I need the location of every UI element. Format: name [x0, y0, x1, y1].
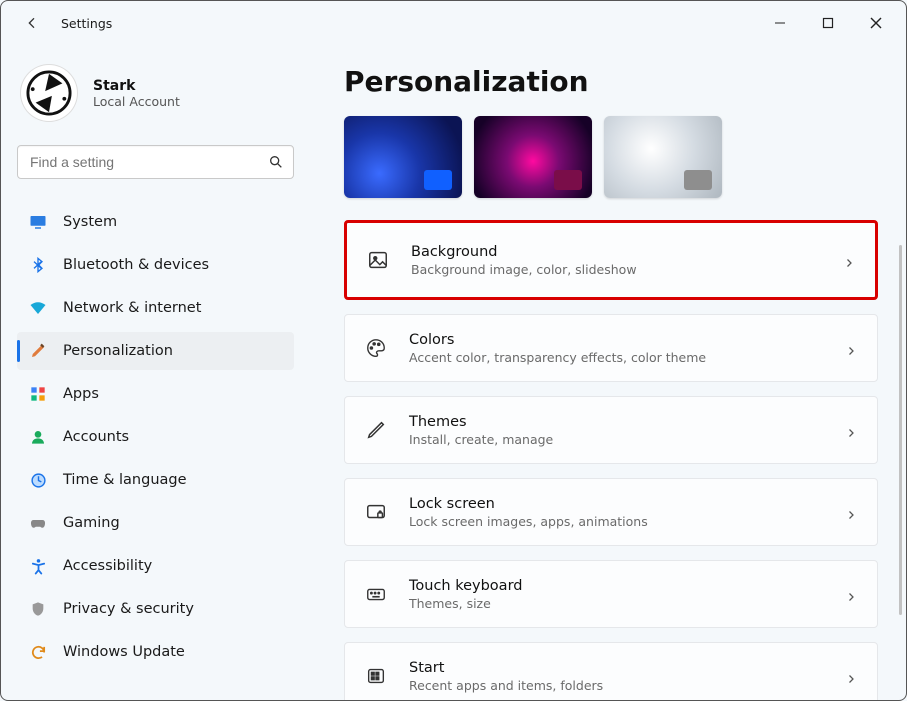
window-controls [758, 9, 898, 37]
lock-screen-icon [365, 501, 387, 523]
close-button[interactable] [854, 9, 898, 37]
apps-icon [29, 385, 47, 403]
sidebar-item-label: Windows Update [63, 644, 185, 660]
main-content: Personalization Background Background im… [306, 45, 906, 700]
sidebar-item-label: Time & language [63, 472, 187, 488]
gamepad-icon [29, 514, 47, 532]
sidebar-item-label: Network & internet [63, 300, 201, 316]
image-icon [367, 249, 389, 271]
bluetooth-icon [29, 256, 47, 274]
minimize-button[interactable] [758, 9, 802, 37]
row-title: Touch keyboard [409, 578, 522, 594]
sidebar-item-system[interactable]: System [17, 203, 294, 241]
update-icon [29, 643, 47, 661]
back-button[interactable] [21, 12, 43, 34]
row-subtitle: Themes, size [409, 596, 522, 611]
globe-clock-icon [29, 471, 47, 489]
account-block[interactable]: Stark Local Account [17, 57, 294, 145]
chevron-right-icon [845, 506, 857, 518]
sidebar-item-accessibility[interactable]: Accessibility [17, 547, 294, 585]
chevron-right-icon [845, 342, 857, 354]
sidebar-item-label: Personalization [63, 343, 173, 359]
row-subtitle: Install, create, manage [409, 432, 553, 447]
start-grid-icon [365, 665, 387, 687]
sidebar-item-label: Accounts [63, 429, 129, 445]
account-type: Local Account [93, 94, 180, 109]
page-title: Personalization [344, 65, 878, 98]
chevron-right-icon [845, 588, 857, 600]
sidebar-item-personalization[interactable]: Personalization [17, 332, 294, 370]
row-title: Colors [409, 332, 706, 348]
row-title: Lock screen [409, 496, 648, 512]
chevron-right-icon [845, 670, 857, 682]
theme-thumb-1[interactable] [344, 116, 462, 198]
chevron-right-icon [843, 254, 855, 266]
paintbrush-icon [29, 342, 47, 360]
window-title: Settings [61, 16, 112, 31]
row-start[interactable]: Start Recent apps and items, folders [344, 642, 878, 700]
sidebar-item-update[interactable]: Windows Update [17, 633, 294, 671]
annotation-arrow-1 [306, 227, 316, 287]
row-colors[interactable]: Colors Accent color, transparency effect… [344, 314, 878, 382]
accessibility-icon [29, 557, 47, 575]
account-name: Stark [93, 78, 180, 94]
row-title: Background [411, 244, 637, 260]
search-input[interactable] [17, 145, 294, 179]
display-icon [29, 213, 47, 231]
row-subtitle: Accent color, transparency effects, colo… [409, 350, 706, 365]
chevron-right-icon [845, 424, 857, 436]
row-lock-screen[interactable]: Lock screen Lock screen images, apps, an… [344, 478, 878, 546]
shield-icon [29, 600, 47, 618]
sidebar-item-label: Bluetooth & devices [63, 257, 209, 273]
person-icon [29, 428, 47, 446]
sidebar-item-label: Gaming [63, 515, 120, 531]
sidebar-item-label: Accessibility [63, 558, 152, 574]
pen-icon [365, 419, 387, 441]
row-title: Themes [409, 414, 553, 430]
sidebar-item-label: Apps [63, 386, 99, 402]
titlebar: Settings [1, 1, 906, 45]
search-icon [268, 154, 284, 170]
row-title: Start [409, 660, 603, 676]
keyboard-icon [365, 583, 387, 605]
sidebar-item-label: System [63, 214, 117, 230]
maximize-button[interactable] [806, 9, 850, 37]
search-field-wrap [17, 145, 294, 179]
wifi-icon [29, 299, 47, 317]
sidebar-item-time-language[interactable]: Time & language [17, 461, 294, 499]
sidebar: Stark Local Account System Bluetooth & d… [1, 45, 306, 700]
row-touch-keyboard[interactable]: Touch keyboard Themes, size [344, 560, 878, 628]
theme-thumb-3[interactable] [604, 116, 722, 198]
theme-thumb-2[interactable] [474, 116, 592, 198]
nav-list: System Bluetooth & devices Network & int… [17, 197, 294, 671]
palette-icon [365, 337, 387, 359]
theme-thumbnails [344, 116, 878, 198]
row-subtitle: Lock screen images, apps, animations [409, 514, 648, 529]
row-background[interactable]: Background Background image, color, slid… [344, 220, 878, 300]
sidebar-item-privacy[interactable]: Privacy & security [17, 590, 294, 628]
sidebar-item-apps[interactable]: Apps [17, 375, 294, 413]
sidebar-item-accounts[interactable]: Accounts [17, 418, 294, 456]
row-subtitle: Recent apps and items, folders [409, 678, 603, 693]
sidebar-item-label: Privacy & security [63, 601, 194, 617]
avatar [21, 65, 77, 121]
scrollbar[interactable] [899, 245, 902, 615]
sidebar-item-gaming[interactable]: Gaming [17, 504, 294, 542]
sidebar-item-network[interactable]: Network & internet [17, 289, 294, 327]
sidebar-item-bluetooth[interactable]: Bluetooth & devices [17, 246, 294, 284]
row-subtitle: Background image, color, slideshow [411, 262, 637, 277]
settings-rows: Background Background image, color, slid… [344, 220, 878, 700]
row-themes[interactable]: Themes Install, create, manage [344, 396, 878, 464]
